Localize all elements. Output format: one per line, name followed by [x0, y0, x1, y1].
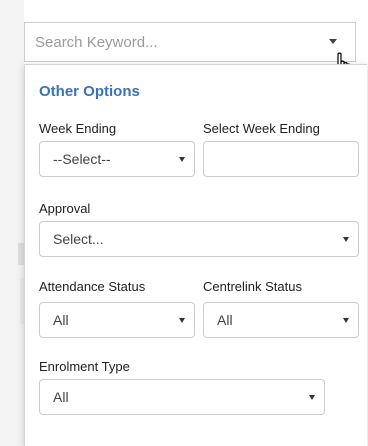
attendance-status-select[interactable]: All [39, 302, 195, 338]
approval-value: Select... [53, 231, 104, 247]
search-input[interactable] [35, 33, 315, 51]
attendance-status-value: All [53, 312, 69, 328]
search-box[interactable] [24, 22, 356, 62]
chevron-down-icon [343, 318, 349, 323]
centrelink-status-select[interactable]: All [203, 302, 359, 338]
background-page [0, 0, 24, 446]
centrelink-status-label: Centrelink Status [203, 279, 302, 294]
week-ending-label: Week Ending [39, 121, 117, 136]
attendance-status-label: Attendance Status [39, 279, 146, 294]
chevron-down-icon [179, 157, 185, 162]
centrelink-status-value: All [217, 312, 233, 328]
enrolment-type-value: All [53, 389, 69, 405]
week-ending-value: --Select-- [53, 151, 111, 167]
enrolment-type-label: Enrolment Type [39, 359, 130, 374]
chevron-down-icon [179, 318, 185, 323]
select-week-ending-input[interactable] [203, 141, 359, 177]
chevron-down-icon [343, 237, 349, 242]
chevron-down-icon [309, 395, 315, 400]
chevron-down-icon[interactable] [329, 39, 337, 44]
approval-select[interactable]: Select... [39, 221, 359, 257]
approval-label: Approval [39, 201, 91, 216]
other-options-panel: Other Options Week Ending Select Week En… [24, 64, 367, 446]
week-ending-select[interactable]: --Select-- [39, 141, 195, 177]
panel-title: Other Options [39, 83, 140, 100]
select-week-ending-label: Select Week Ending [203, 121, 320, 136]
enrolment-type-select[interactable]: All [39, 379, 325, 415]
